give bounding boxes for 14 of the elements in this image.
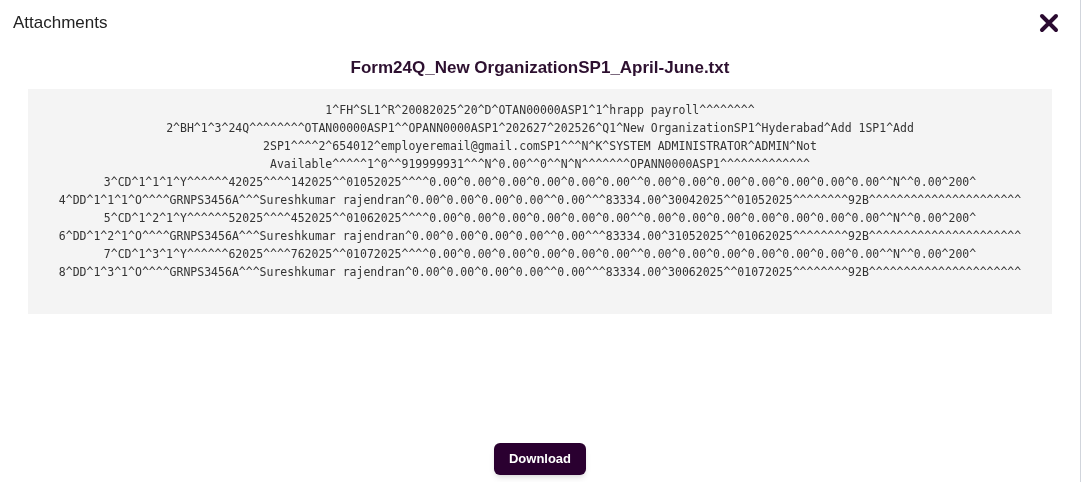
- file-line: 3^CD^1^1^1^Y^^^^^^42025^^^^142025^^01052025^^^^0.00^0.00^0.00^0.00^0.00^0.00^^0.00^0.00^0.00^0.00^0.00^0.00^0.00^^N^^0.00^200^: [103, 173, 977, 191]
- file-line: 5^CD^1^2^1^Y^^^^^^52025^^^^452025^^01062025^^^^0.00^0.00^0.00^0.00^0.00^0.00^^0.00^0.00^0.00^0.00^0.00^0.00^0.00^^N^^0.00^200^: [103, 209, 977, 227]
- file-line: 2^BH^1^3^24Q^^^^^^^^OTAN00000ASP1^^OPANN0000ASP1^202627^202526^Q1^New OrganizationSP1^Hyderabad^Add 1SP1^Add: [166, 119, 914, 137]
- close-icon: [1039, 12, 1059, 33]
- file-line: 8^DD^1^3^1^O^^^^GRNPS3456A^^^Sureshkumar rajendran^0.00^0.00^0.00^0.00^^0.00^^^83334.00^30062025^^01072025^^^^^^^^92B^^^^^^^^^^^^^^^^^^^^^^: [58, 263, 1022, 281]
- file-line: 2SP1^^^^2^654012^employeremail@gmail.comSP1^^^N^K^SYSTEM ADMINISTRATOR^ADMIN^Not: [263, 137, 817, 155]
- file-line: Available^^^^^1^0^^919999931^^^N^0.00^^0^^N^N^^^^^^^OPANN0000ASP1^^^^^^^^^^^^^: [269, 155, 810, 173]
- file-name: Form24Q_New OrganizationSP1_April-June.txt: [350, 57, 730, 79]
- download-button[interactable]: Download: [493, 443, 587, 475]
- file-line: 1^FH^SL1^R^20082025^20^D^OTAN00000ASP1^1^hrapp payroll^^^^^^^^: [325, 101, 755, 119]
- file-line: 6^DD^1^2^1^O^^^^GRNPS3456A^^^Sureshkumar rajendran^0.00^0.00^0.00^0.00^^0.00^^^83334.00^31052025^^01062025^^^^^^^^92B^^^^^^^^^^^^^^^^^^^^^^: [58, 227, 1022, 245]
- dialog-title: Attachments: [13, 11, 108, 34]
- file-line: 4^DD^1^1^1^O^^^^GRNPS3456A^^^Sureshkumar rajendran^0.00^0.00^0.00^0.00^^0.00^^^83334.00^30042025^^01052025^^^^^^^^92B^^^^^^^^^^^^^^^^^^^^^^: [58, 191, 1022, 209]
- file-line: 7^CD^1^3^1^Y^^^^^^62025^^^^762025^^01072025^^^^0.00^0.00^0.00^0.00^0.00^0.00^^0.00^0.00^0.00^0.00^0.00^0.00^0.00^^N^^0.00^200^: [103, 245, 977, 263]
